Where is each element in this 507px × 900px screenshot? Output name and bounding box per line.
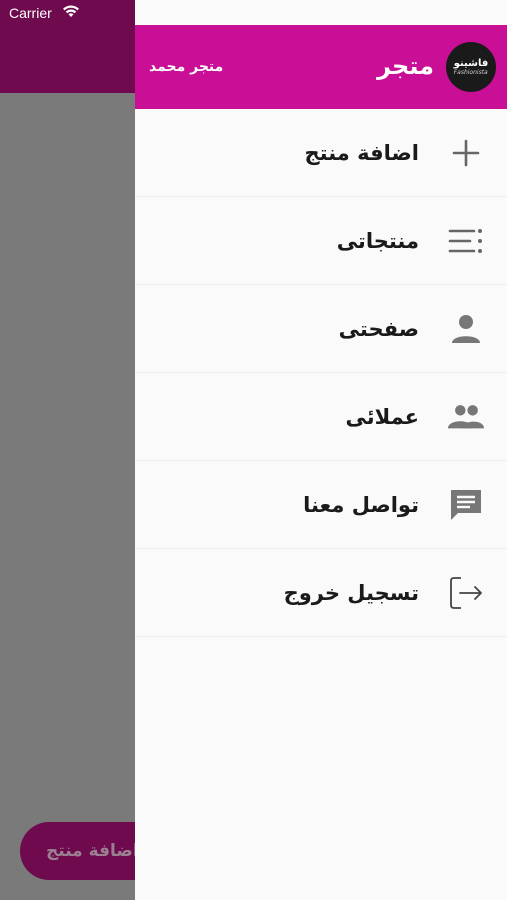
drawer-status-area bbox=[135, 0, 507, 25]
menu-item-my-page[interactable]: صفحتى bbox=[135, 285, 507, 373]
plus-icon bbox=[447, 134, 485, 172]
carrier-label: Carrier bbox=[9, 5, 52, 21]
people-icon bbox=[447, 398, 485, 436]
navigation-drawer: فاشينو Fashionista متجر متجر محمد اضافة … bbox=[135, 0, 507, 900]
drawer-menu: اضافة منتج منتجاتى صفحتى عملائى تواصل مع… bbox=[135, 109, 507, 637]
person-icon bbox=[447, 310, 485, 348]
menu-item-label: عملائى bbox=[345, 404, 420, 429]
menu-item-my-products[interactable]: منتجاتى bbox=[135, 197, 507, 285]
drawer-header: فاشينو Fashionista متجر متجر محمد bbox=[135, 25, 507, 109]
menu-item-label: تواصل معنا bbox=[303, 492, 419, 517]
menu-item-label: منتجاتى bbox=[336, 228, 419, 253]
logo-text: فاشينو bbox=[453, 58, 489, 69]
menu-item-my-clients[interactable]: عملائى bbox=[135, 373, 507, 461]
wifi-icon bbox=[63, 5, 79, 17]
store-logo: فاشينو Fashionista bbox=[446, 42, 496, 92]
menu-item-add-product[interactable]: اضافة منتج bbox=[135, 109, 507, 197]
store-name: متجر bbox=[377, 52, 434, 80]
menu-item-label: صفحتى bbox=[338, 316, 419, 341]
chat-icon bbox=[447, 486, 485, 524]
menu-item-label: اضافة منتج bbox=[304, 140, 419, 165]
menu-item-label: تسجيل خروج bbox=[283, 580, 419, 605]
logout-icon bbox=[447, 574, 485, 612]
logo-subtext: Fashionista bbox=[453, 69, 488, 76]
menu-item-contact-us[interactable]: تواصل معنا bbox=[135, 461, 507, 549]
fab-label: اضافة منتج bbox=[46, 841, 139, 861]
menu-item-logout[interactable]: تسجيل خروج bbox=[135, 549, 507, 637]
list-icon bbox=[447, 222, 485, 260]
owner-name: متجر محمد bbox=[149, 59, 224, 75]
